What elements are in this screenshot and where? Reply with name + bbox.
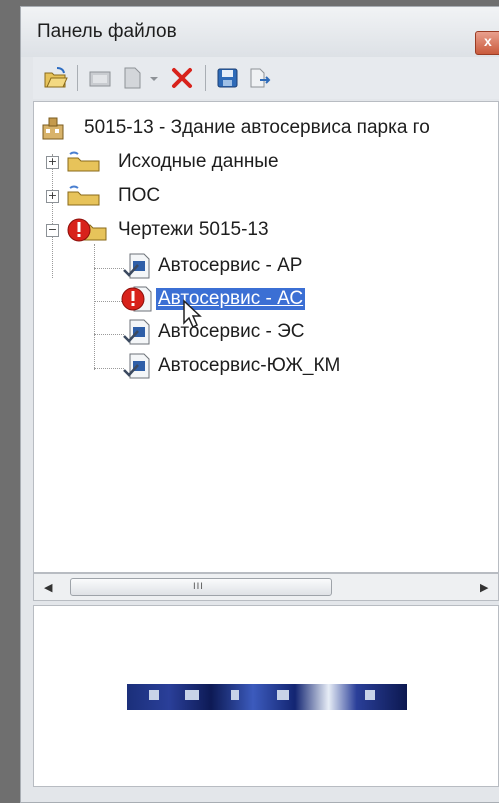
drawing-doc-icon — [122, 318, 152, 346]
folder-icon — [66, 150, 102, 174]
tree-root-project[interactable]: 5015-13 - Здание автосервиса парка го — [34, 114, 498, 142]
new-folder-icon[interactable] — [87, 65, 113, 91]
mouse-cursor-icon — [182, 299, 204, 329]
new-document-icon[interactable] — [119, 65, 145, 91]
expand-toggle[interactable]: + — [46, 156, 59, 169]
folder-label: Исходные данные — [118, 151, 279, 172]
dropdown-arrow-icon[interactable] — [147, 65, 161, 91]
delete-icon[interactable] — [169, 65, 195, 91]
error-icon — [120, 285, 154, 313]
project-label: 5015-13 - Здание автосервиса парка го — [84, 117, 430, 138]
expand-toggle[interactable]: + — [46, 190, 59, 203]
preview-pane — [33, 605, 499, 787]
tree-folder-drawings[interactable]: − Чертежи 5015-13 — [34, 216, 498, 244]
toolbar — [33, 57, 499, 99]
export-icon[interactable] — [247, 65, 273, 91]
scroll-grip: III — [193, 582, 204, 592]
horizontal-scrollbar[interactable]: ◀ III ▶ — [33, 573, 499, 601]
folder-label: ПОС — [118, 185, 161, 206]
close-button[interactable] — [475, 31, 499, 55]
tree-doc-km[interactable]: Автосервис-ЮЖ_КМ — [34, 352, 498, 380]
drawing-thumbnail — [127, 684, 407, 710]
building-icon — [40, 115, 68, 141]
doc-label: Автосервис - АР — [158, 255, 303, 276]
tree-folder-pos[interactable]: + ПОС — [34, 182, 498, 210]
folder-label: Чертежи 5015-13 — [118, 219, 269, 240]
file-tree: 5015-13 - Здание автосервиса парка го + … — [33, 101, 499, 573]
doc-label: Автосервис-ЮЖ_КМ — [158, 355, 341, 376]
doc-label-selected: Автосервис - АС — [156, 288, 306, 310]
folder-icon — [66, 184, 102, 208]
tree-folder-source-data[interactable]: + Исходные данные — [34, 148, 498, 176]
scroll-right-arrow-icon[interactable]: ▶ — [480, 581, 488, 594]
scroll-left-arrow-icon[interactable]: ◀ — [44, 581, 52, 594]
drawing-doc-icon — [122, 352, 152, 380]
error-folder-icon — [66, 216, 108, 244]
scroll-thumb[interactable]: III — [70, 578, 332, 596]
panel-title: Панель файлов — [37, 21, 177, 42]
save-icon[interactable] — [215, 65, 241, 91]
doc-label: Автосервис - ЭС — [158, 321, 305, 342]
drawing-doc-icon — [122, 252, 152, 280]
tree-doc-es[interactable]: Автосервис - ЭС — [34, 318, 498, 346]
panel-titlebar: Панель файлов — [21, 7, 499, 57]
tree-doc-ar[interactable]: Автосервис - АР — [34, 252, 498, 280]
file-panel: Панель файлов x 5015-13 - Здание автосер… — [20, 6, 499, 803]
collapse-toggle[interactable]: − — [46, 224, 59, 237]
open-folder-icon[interactable] — [43, 65, 69, 91]
tree-doc-as[interactable]: Автосервис - АС — [34, 285, 498, 313]
